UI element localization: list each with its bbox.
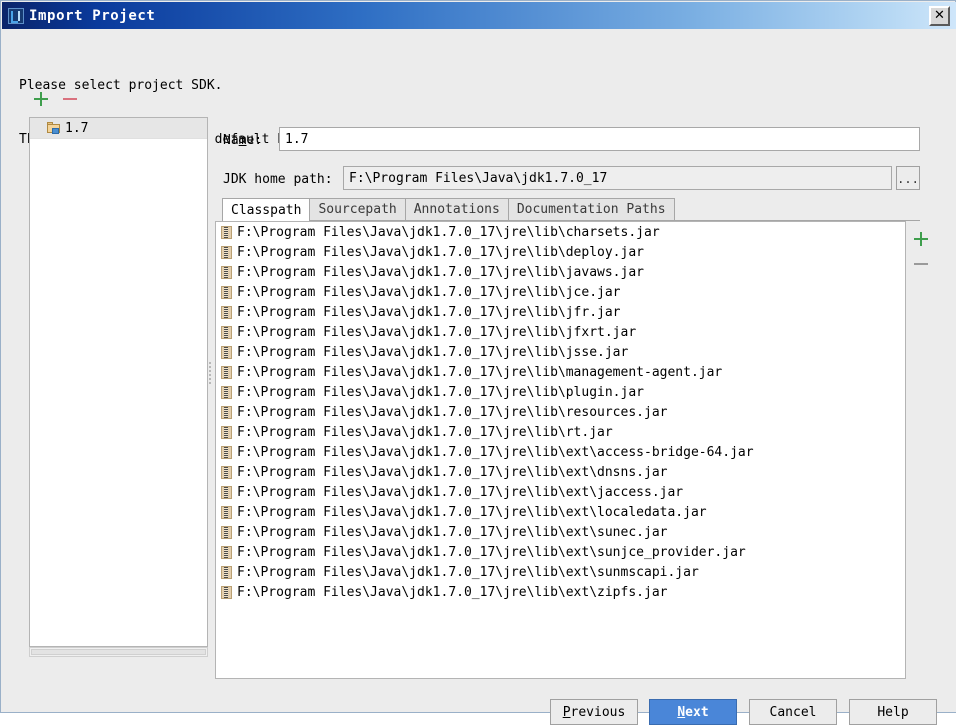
jar-file-icon (221, 405, 232, 419)
classpath-list-item-label: F:\Program Files\Java\jdk1.7.0_17\jre\li… (237, 424, 613, 440)
classpath-list-item-label: F:\Program Files\Java\jdk1.7.0_17\jre\li… (237, 544, 746, 560)
jar-file-icon (221, 285, 232, 299)
scrollbar-thumb[interactable] (31, 649, 206, 655)
classpath-list-item-label: F:\Program Files\Java\jdk1.7.0_17\jre\li… (237, 344, 629, 360)
classpath-list-item[interactable]: F:\Program Files\Java\jdk1.7.0_17\jre\li… (216, 402, 905, 422)
jar-file-icon (221, 485, 232, 499)
classpath-list-item-label: F:\Program Files\Java\jdk1.7.0_17\jre\li… (237, 584, 668, 600)
classpath-list-item-label: F:\Program Files\Java\jdk1.7.0_17\jre\li… (237, 224, 660, 240)
classpath-list-item-label: F:\Program Files\Java\jdk1.7.0_17\jre\li… (237, 364, 723, 380)
jar-file-icon (221, 445, 232, 459)
classpath-list-item[interactable]: F:\Program Files\Java\jdk1.7.0_17\jre\li… (216, 282, 905, 302)
classpath-list-item[interactable]: F:\Program Files\Java\jdk1.7.0_17\jre\li… (216, 542, 905, 562)
classpath-list-item[interactable]: F:\Program Files\Java\jdk1.7.0_17\jre\li… (216, 382, 905, 402)
jdk-home-path-label: JDK home path: (223, 172, 333, 187)
classpath-list-item-label: F:\Program Files\Java\jdk1.7.0_17\jre\li… (237, 564, 699, 580)
classpath-list-item-label: F:\Program Files\Java\jdk1.7.0_17\jre\li… (237, 464, 668, 480)
add-classpath-entry-icon[interactable] (913, 231, 929, 247)
add-sdk-icon[interactable] (33, 91, 49, 107)
jar-file-icon (221, 225, 232, 239)
classpath-list-item-label: F:\Program Files\Java\jdk1.7.0_17\jre\li… (237, 504, 707, 520)
jar-file-icon (221, 545, 232, 559)
classpath-list-item[interactable]: F:\Program Files\Java\jdk1.7.0_17\jre\li… (216, 482, 905, 502)
classpath-list-item[interactable]: F:\Program Files\Java\jdk1.7.0_17\jre\li… (216, 222, 905, 242)
name-label: Name: (223, 133, 263, 148)
classpath-list-item-label: F:\Program Files\Java\jdk1.7.0_17\jre\li… (237, 484, 684, 500)
next-button[interactable]: Next (649, 699, 737, 725)
sdk-list-toolbar (33, 91, 78, 107)
cancel-button[interactable]: Cancel (749, 699, 837, 725)
classpath-list-item-label: F:\Program Files\Java\jdk1.7.0_17\jre\li… (237, 384, 644, 400)
jar-file-icon (221, 585, 232, 599)
classpath-list-item-label: F:\Program Files\Java\jdk1.7.0_17\jre\li… (237, 244, 644, 260)
sdk-list-item[interactable]: 1.7 (30, 118, 207, 139)
classpath-list-item[interactable]: F:\Program Files\Java\jdk1.7.0_17\jre\li… (216, 502, 905, 522)
jar-file-icon (221, 305, 232, 319)
classpath-list[interactable]: F:\Program Files\Java\jdk1.7.0_17\jre\li… (215, 221, 906, 679)
jar-file-icon (221, 425, 232, 439)
classpath-list-item[interactable]: F:\Program Files\Java\jdk1.7.0_17\jre\li… (216, 262, 905, 282)
classpath-list-item-label: F:\Program Files\Java\jdk1.7.0_17\jre\li… (237, 304, 621, 320)
window-title: Import Project (29, 7, 156, 24)
sdk-list-horizontal-scrollbar[interactable] (29, 647, 208, 657)
tab-sourcepath[interactable]: Sourcepath (309, 198, 406, 220)
tab-classpath[interactable]: Classpath (222, 198, 311, 221)
jar-file-icon (221, 565, 232, 579)
dialog-content: Please select project SDK. This SDK will… (2, 29, 956, 725)
classpath-list-item[interactable]: F:\Program Files\Java\jdk1.7.0_17\jre\li… (216, 242, 905, 262)
classpath-list-item[interactable]: F:\Program Files\Java\jdk1.7.0_17\jre\li… (216, 302, 905, 322)
classpath-list-item[interactable]: F:\Program Files\Java\jdk1.7.0_17\jre\li… (216, 362, 905, 382)
classpath-list-item[interactable]: F:\Program Files\Java\jdk1.7.0_17\jre\li… (216, 422, 905, 442)
jar-file-icon (221, 525, 232, 539)
classpath-list-item-label: F:\Program Files\Java\jdk1.7.0_17\jre\li… (237, 324, 637, 340)
title-bar: Import Project ✕ (2, 2, 956, 29)
sdk-list-item-label: 1.7 (65, 120, 89, 136)
help-button[interactable]: Help (849, 699, 937, 725)
remove-sdk-icon[interactable] (62, 91, 78, 107)
sdk-list[interactable]: 1.7 (29, 117, 208, 647)
jar-file-icon (221, 245, 232, 259)
classpath-list-item[interactable]: F:\Program Files\Java\jdk1.7.0_17\jre\li… (216, 562, 905, 582)
classpath-list-item[interactable]: F:\Program Files\Java\jdk1.7.0_17\jre\li… (216, 342, 905, 362)
browse-button[interactable]: ... (896, 166, 920, 190)
tab-annotations[interactable]: Annotations (404, 198, 509, 220)
close-icon[interactable]: ✕ (929, 5, 950, 26)
tab-strip-filler (674, 219, 920, 220)
name-input[interactable]: 1.7 (279, 127, 920, 151)
classpath-list-item-label: F:\Program Files\Java\jdk1.7.0_17\jre\li… (237, 264, 644, 280)
jdk-home-path-input[interactable]: F:\Program Files\Java\jdk1.7.0_17 (343, 166, 892, 190)
classpath-list-item-label: F:\Program Files\Java\jdk1.7.0_17\jre\li… (237, 404, 668, 420)
classpath-list-item[interactable]: F:\Program Files\Java\jdk1.7.0_17\jre\li… (216, 322, 905, 342)
classpath-list-item[interactable]: F:\Program Files\Java\jdk1.7.0_17\jre\li… (216, 442, 905, 462)
jar-file-icon (221, 385, 232, 399)
instructions-line-1: Please select project SDK. (19, 78, 223, 93)
classpath-list-item-label: F:\Program Files\Java\jdk1.7.0_17\jre\li… (237, 284, 621, 300)
jar-file-icon (221, 365, 232, 379)
classpath-toolbar (907, 221, 955, 679)
tab-documentation-paths[interactable]: Documentation Paths (507, 198, 675, 220)
import-project-dialog: Import Project ✕ Please select project S… (0, 0, 956, 725)
jar-file-icon (221, 505, 232, 519)
jar-file-icon (221, 265, 232, 279)
jar-file-icon (221, 465, 232, 479)
classpath-list-item[interactable]: F:\Program Files\Java\jdk1.7.0_17\jre\li… (216, 462, 905, 482)
jar-file-icon (221, 325, 232, 339)
classpath-list-item-label: F:\Program Files\Java\jdk1.7.0_17\jre\li… (237, 524, 668, 540)
tab-strip: Classpath Sourcepath Annotations Documen… (222, 198, 920, 221)
previous-button[interactable]: Previous (550, 699, 638, 725)
intellij-idea-icon (8, 7, 24, 24)
classpath-list-item-label: F:\Program Files\Java\jdk1.7.0_17\jre\li… (237, 444, 754, 460)
panel-splitter-handle[interactable] (207, 359, 213, 387)
jdk-folder-icon (47, 122, 61, 134)
jar-file-icon (221, 345, 232, 359)
classpath-list-item[interactable]: F:\Program Files\Java\jdk1.7.0_17\jre\li… (216, 522, 905, 542)
remove-classpath-entry-icon (913, 256, 929, 272)
classpath-list-item[interactable]: F:\Program Files\Java\jdk1.7.0_17\jre\li… (216, 582, 905, 602)
